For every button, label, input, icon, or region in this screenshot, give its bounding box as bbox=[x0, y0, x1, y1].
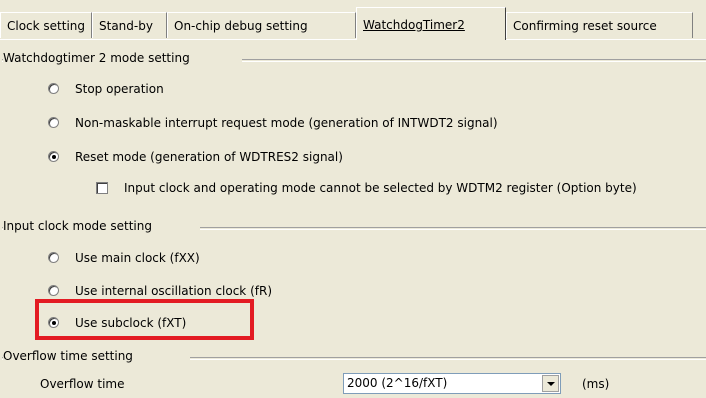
tab-label: Confirming reset source bbox=[513, 19, 657, 33]
radio-label: Use main clock (fXX) bbox=[75, 251, 200, 265]
dropdown-button[interactable] bbox=[542, 375, 559, 392]
chevron-down-icon bbox=[547, 382, 555, 386]
tab-label: WatchdogTimer2 bbox=[363, 18, 465, 32]
group-title: Input clock mode setting bbox=[3, 219, 158, 233]
group-header: Input clock mode setting bbox=[0, 219, 706, 234]
radio-icon bbox=[48, 83, 59, 94]
radio-icon bbox=[48, 252, 59, 263]
checkbox-icon bbox=[96, 182, 108, 194]
radio-label: Reset mode (generation of WDTRES2 signal… bbox=[75, 150, 343, 164]
select-value: 2000 (2^16/fXT) bbox=[347, 376, 448, 390]
tab-on-chip-debug-setting[interactable]: On-chip debug setting bbox=[167, 12, 356, 38]
group-divider bbox=[242, 59, 706, 62]
group-title: Overflow time setting bbox=[3, 349, 139, 363]
group-divider bbox=[190, 357, 706, 360]
unit-label: (ms) bbox=[582, 377, 610, 391]
radio-label: Non-maskable interrupt request mode (gen… bbox=[75, 116, 498, 130]
highlight-box bbox=[35, 299, 254, 340]
tab-watchdogtimer2[interactable]: WatchdogTimer2 bbox=[356, 7, 506, 40]
radio-icon bbox=[48, 151, 59, 162]
group-header: Overflow time setting bbox=[0, 349, 706, 364]
tab-bar: Clock setting Stand-by On-chip debug set… bbox=[0, 0, 706, 40]
radio-icon bbox=[48, 117, 59, 128]
group-header: Watchdogtimer 2 mode setting bbox=[0, 51, 706, 66]
tab-label: Stand-by bbox=[99, 19, 153, 33]
checkbox-label: Input clock and operating mode cannot be… bbox=[124, 181, 637, 195]
group-divider bbox=[200, 227, 706, 230]
overflow-time-select[interactable]: 2000 (2^16/fXT) bbox=[343, 373, 561, 394]
tab-label: Clock setting bbox=[7, 19, 86, 33]
tab-label: On-chip debug setting bbox=[174, 19, 308, 33]
radio-label: Use internal oscillation clock (fR) bbox=[75, 284, 272, 298]
radio-icon bbox=[48, 285, 59, 296]
tab-confirming-reset-source[interactable]: Confirming reset source bbox=[506, 12, 693, 38]
radio-selected-dot bbox=[52, 155, 56, 159]
field-label: Overflow time bbox=[40, 377, 125, 391]
tab-clock-setting[interactable]: Clock setting bbox=[0, 12, 92, 38]
tab-divider bbox=[0, 39, 706, 40]
tab-stand-by[interactable]: Stand-by bbox=[92, 12, 167, 38]
radio-label: Stop operation bbox=[75, 82, 164, 96]
group-title: Watchdogtimer 2 mode setting bbox=[3, 51, 196, 65]
